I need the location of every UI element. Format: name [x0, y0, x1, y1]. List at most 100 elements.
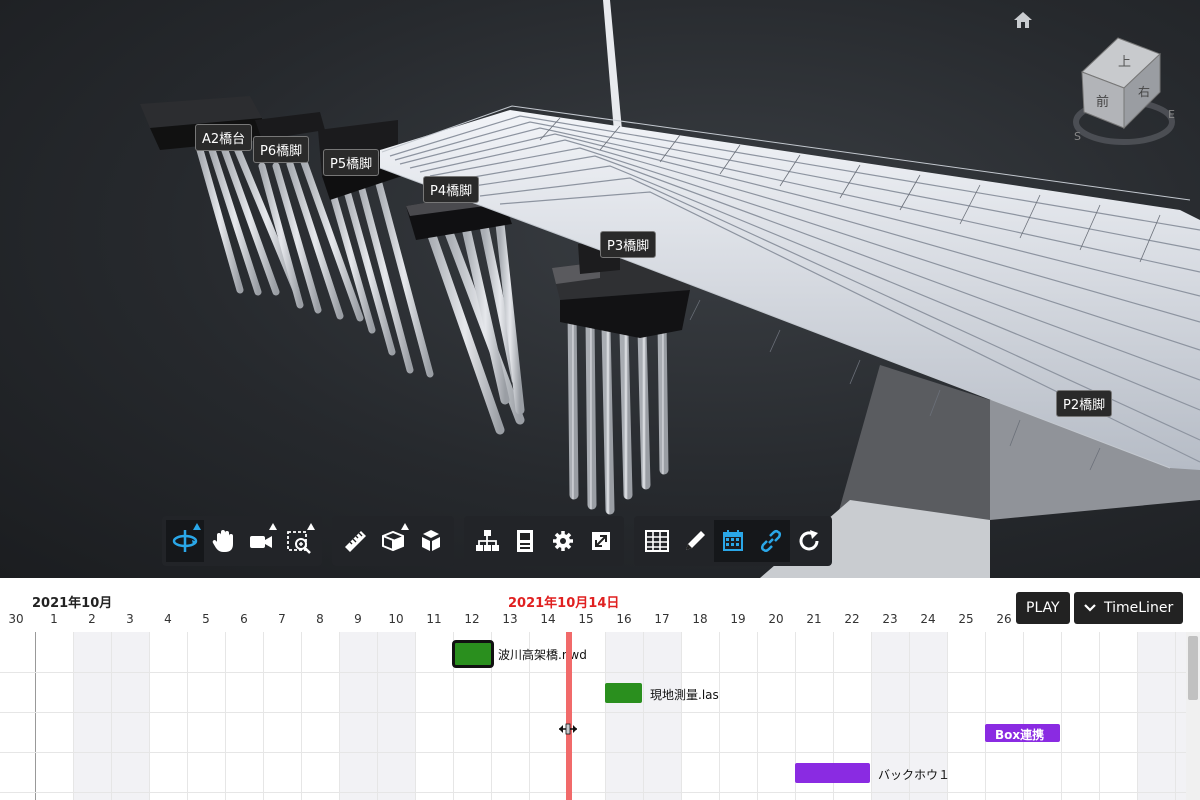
day-column — [73, 632, 111, 800]
day-tick: 14 — [540, 612, 556, 626]
day-tick: 20 — [768, 612, 784, 626]
label-p2-pier[interactable]: P2橋脚 — [1056, 390, 1113, 417]
day-tick: 26 — [996, 612, 1012, 626]
viewcube[interactable]: 上 前 右 S E — [1062, 30, 1192, 150]
link-icon — [760, 529, 782, 553]
settings-button[interactable] — [544, 520, 582, 562]
explode-button[interactable] — [412, 520, 450, 562]
timeline-scrollbar[interactable] — [1186, 632, 1200, 800]
zoom-window-button[interactable] — [280, 520, 318, 562]
day-tick: 22 — [844, 612, 860, 626]
row-divider — [0, 672, 1186, 673]
day-column — [985, 632, 1023, 800]
model-browser-button[interactable] — [468, 520, 506, 562]
day-tick: 17 — [654, 612, 670, 626]
label-p4-pier[interactable]: P4橋脚 — [423, 176, 480, 203]
day-column — [377, 632, 415, 800]
day-column — [643, 632, 681, 800]
viewcube-top-face[interactable]: 上 — [1118, 55, 1131, 70]
day-column — [1023, 632, 1061, 800]
row-divider — [0, 712, 1186, 713]
viewcube-front-face[interactable]: 前 — [1096, 94, 1109, 110]
markup-icon — [686, 531, 705, 550]
day-column — [415, 632, 453, 800]
orbit-button[interactable] — [166, 520, 204, 562]
timeline-grid[interactable]: 波川高架橋.nwd 現地測量.las Box連携 バックホウ１ — [0, 632, 1200, 800]
navigation-tools-group — [162, 516, 322, 566]
day-tick: 23 — [882, 612, 898, 626]
day-column — [947, 632, 985, 800]
model-browser-icon — [476, 530, 499, 551]
day-tick: 3 — [126, 612, 134, 626]
day-tick: 21 — [806, 612, 822, 626]
day-column — [187, 632, 225, 800]
label-a2-abutment[interactable]: A2橋台 — [195, 124, 253, 151]
3d-viewer[interactable]: A2橋台 P6橋脚 P5橋脚 P4橋脚 P3橋脚 P2橋脚 上 前 右 S E — [0, 0, 1200, 578]
resize-cursor-icon — [559, 723, 577, 735]
day-tick: 19 — [730, 612, 746, 626]
day-tick: 7 — [278, 612, 286, 626]
day-tick: 12 — [464, 612, 480, 626]
compass-south-label: S — [1074, 130, 1081, 143]
zoom-window-icon — [287, 531, 311, 554]
day-column — [35, 632, 73, 800]
day-column — [0, 632, 35, 800]
settings-icon — [553, 531, 573, 551]
viewer-toolbar — [162, 516, 832, 568]
timeline-item-label[interactable]: 波川高架橋.nwd — [498, 646, 587, 663]
grid-icon — [645, 530, 669, 552]
timeline-item-label[interactable]: Box連携 — [995, 726, 1044, 743]
viewcube-right-face[interactable]: 右 — [1138, 84, 1150, 99]
day-column — [339, 632, 377, 800]
measure-button[interactable] — [336, 520, 374, 562]
day-tick: 13 — [502, 612, 518, 626]
timeline-item-bar[interactable] — [795, 763, 870, 783]
timeline-item-bar[interactable] — [452, 640, 494, 668]
day-tick: 5 — [202, 612, 210, 626]
current-date-marker[interactable] — [566, 632, 572, 800]
day-tick: 2 — [88, 612, 96, 626]
bridge-model-scene[interactable] — [0, 0, 1200, 578]
day-tick: 30 — [8, 612, 24, 626]
day-tick: 6 — [240, 612, 248, 626]
label-p3-pier[interactable]: P3橋脚 — [600, 231, 657, 258]
day-column — [1137, 632, 1175, 800]
camera-icon — [250, 536, 272, 548]
timeline-item-label[interactable]: 現地測量.las — [650, 686, 719, 703]
submenu-indicator — [193, 523, 201, 530]
compass-east-label: E — [1168, 108, 1175, 121]
grid-button[interactable] — [638, 520, 676, 562]
row-divider — [0, 752, 1186, 753]
section-icon — [382, 530, 404, 552]
day-column — [719, 632, 757, 800]
calendar-button[interactable] — [714, 520, 752, 562]
day-column — [225, 632, 263, 800]
label-p5-pier[interactable]: P5橋脚 — [323, 149, 380, 176]
day-column — [301, 632, 339, 800]
label-p6-pier[interactable]: P6橋脚 — [253, 136, 310, 163]
day-column — [757, 632, 795, 800]
day-tick: 4 — [164, 612, 172, 626]
day-column — [111, 632, 149, 800]
link-button[interactable] — [752, 520, 790, 562]
markup-button[interactable] — [676, 520, 714, 562]
calendar-icon — [723, 530, 743, 551]
day-column — [605, 632, 643, 800]
timeline-item-label[interactable]: バックホウ１ — [878, 766, 950, 783]
day-column — [1061, 632, 1099, 800]
fullscreen-button[interactable] — [582, 520, 620, 562]
timeline-item-bar[interactable] — [605, 683, 642, 703]
day-column — [681, 632, 719, 800]
camera-button[interactable] — [242, 520, 280, 562]
properties-button[interactable] — [506, 520, 544, 562]
model-tools-group — [464, 516, 624, 566]
properties-icon — [517, 530, 533, 552]
scrollbar-thumb[interactable] — [1188, 636, 1198, 700]
pan-button[interactable] — [204, 520, 242, 562]
row-divider — [0, 792, 1186, 793]
home-icon[interactable] — [1013, 10, 1033, 30]
refresh-button[interactable] — [790, 520, 828, 562]
section-button[interactable] — [374, 520, 412, 562]
day-tick: 24 — [920, 612, 936, 626]
orbit-icon — [172, 530, 198, 552]
